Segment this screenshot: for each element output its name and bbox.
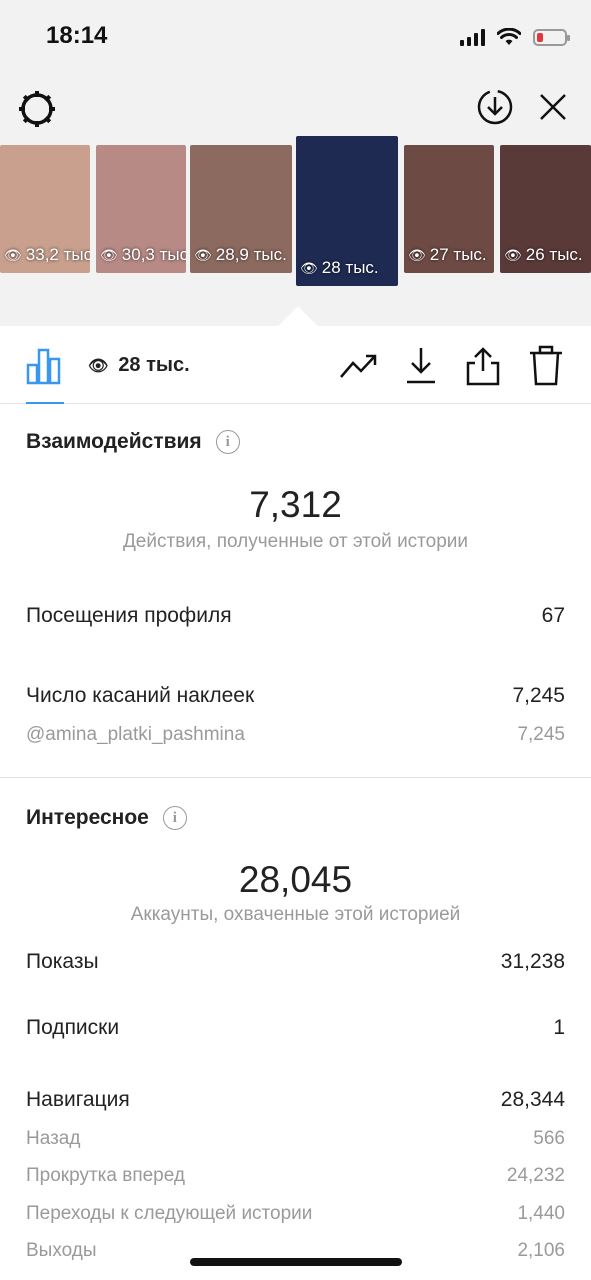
stat-label: Посещения профиля <box>26 604 232 627</box>
eye-icon: 👁 <box>504 246 522 263</box>
stat-value: 28,344 <box>500 1088 565 1111</box>
wifi-icon <box>497 28 521 45</box>
signal-icon <box>460 28 485 46</box>
trending-up-icon[interactable] <box>338 348 380 384</box>
stat-row-back: Назад 566 <box>26 1128 565 1150</box>
stat-label: Выходы <box>26 1240 97 1261</box>
stat-label: Навигация <box>26 1088 130 1111</box>
views-count: 👁 28 тыс. <box>88 354 190 377</box>
download-circle-icon[interactable] <box>476 88 514 126</box>
stat-value: 31,238 <box>500 950 565 973</box>
story-thumbnail[interactable]: 👁 27 тыс. <box>404 145 494 273</box>
stat-row-navigation: Навигация 28,344 <box>26 1088 565 1112</box>
eye-icon: 👁 <box>408 246 426 263</box>
stat-label: Прокрутка вперед <box>26 1165 185 1186</box>
eye-icon: 👁 <box>194 246 212 263</box>
thumbnail-views: 33,2 тыс. <box>25 245 90 264</box>
stat-row-follows: Подписки 1 <box>26 1016 565 1040</box>
story-thumbnails: 👁 33,2 тыс. 👁 30,3 тыс. 👁 28,9 тыс. 👁 28 тыс… <box>0 136 591 286</box>
status-time: 18:14 <box>46 22 108 49</box>
discovery-title: Интересное <box>26 806 149 829</box>
thumbnail-views: 27 тыс. <box>429 245 487 264</box>
insights-tabbar: 👁 28 тыс. <box>0 326 591 404</box>
stat-row-sticker-taps: Число касаний наклеек 7,245 <box>26 684 565 708</box>
stat-value: 1 <box>553 1016 565 1039</box>
download-icon[interactable] <box>402 344 440 386</box>
eye-icon: 👁 <box>88 357 109 375</box>
views-count-value: 28 тыс. <box>118 354 190 376</box>
share-icon[interactable] <box>464 344 502 388</box>
eye-icon: 👁 <box>4 246 22 263</box>
stat-label: Переходы к следующей истории <box>26 1203 313 1224</box>
interactions-title: Взаимодействия <box>26 430 202 453</box>
top-toolbar <box>0 84 591 134</box>
interactions-caption: Действия, полученные от этой истории <box>122 531 469 552</box>
trash-icon[interactable] <box>526 344 566 388</box>
stat-value: 566 <box>533 1128 565 1149</box>
story-thumbnail[interactable]: 👁 30,3 тыс. <box>96 145 186 273</box>
story-thumbnail[interactable]: 👁 28,9 тыс. <box>190 145 292 273</box>
tab-underline <box>26 402 64 404</box>
thumbnail-views: 30,3 тыс. <box>121 245 186 264</box>
stat-row-profile-visits: Посещения профиля 67 <box>26 604 565 628</box>
story-preview-area: 18:14 👁 33,2 тыс. 👁 30,3 тыс. 👁 28,9 тыс… <box>0 0 591 326</box>
stat-row-sticker-account: @amina_platki_pashmina 7,245 <box>26 724 565 746</box>
discovery-total: 28,045 <box>238 859 353 900</box>
eye-icon: 👁 <box>100 246 118 263</box>
home-indicator <box>190 1258 402 1266</box>
gear-icon[interactable] <box>16 88 58 130</box>
thumbnail-views: 28,9 тыс. <box>215 245 287 264</box>
discovery-section-title: Интересное i <box>26 806 187 830</box>
stat-label: Число касаний наклеек <box>26 684 255 707</box>
info-icon[interactable]: i <box>162 806 187 830</box>
stat-value: 24,232 <box>506 1165 565 1186</box>
story-thumbnail[interactable]: 👁 33,2 тыс. <box>0 145 90 273</box>
info-icon[interactable]: i <box>215 430 240 454</box>
close-icon[interactable] <box>536 90 570 124</box>
thumbnail-views: 26 тыс. <box>525 245 583 264</box>
stat-row-forward: Прокрутка вперед 24,232 <box>26 1165 565 1187</box>
bar-chart-icon[interactable] <box>24 346 64 386</box>
thumbnail-views: 28 тыс. <box>321 258 379 277</box>
interactions-section-title: Взаимодействия i <box>26 430 240 454</box>
stat-label[interactable]: @amina_platki_pashmina <box>26 724 245 746</box>
stat-value: 67 <box>541 604 565 627</box>
story-thumbnail-selected[interactable]: 👁 28 тыс. <box>296 136 398 286</box>
status-icons <box>460 24 570 50</box>
stat-label: Назад <box>26 1128 81 1149</box>
stat-row-impressions: Показы 31,238 <box>26 950 565 974</box>
story-thumbnail[interactable]: 👁 26 тыс. <box>500 145 591 273</box>
discovery-caption: Аккаунты, охваченные этой историей <box>130 904 461 925</box>
stat-row-next-story: Переходы к следующей истории 1,440 <box>26 1203 565 1225</box>
section-divider <box>0 777 591 778</box>
stat-value: 7,245 <box>517 724 565 745</box>
stat-value: 1,440 <box>517 1203 565 1224</box>
status-bar: 18:14 <box>0 0 591 72</box>
stat-value: 2,106 <box>517 1240 565 1261</box>
eye-icon: 👁 <box>300 259 318 276</box>
stat-label: Подписки <box>26 1016 120 1039</box>
insights-panel: 👁 28 тыс. Взаимодействия i 7,312 Действи… <box>0 326 591 1280</box>
battery-icon <box>533 28 570 46</box>
stat-label: Показы <box>26 950 99 973</box>
stat-value: 7,245 <box>512 684 565 707</box>
interactions-total: 7,312 <box>249 484 342 525</box>
